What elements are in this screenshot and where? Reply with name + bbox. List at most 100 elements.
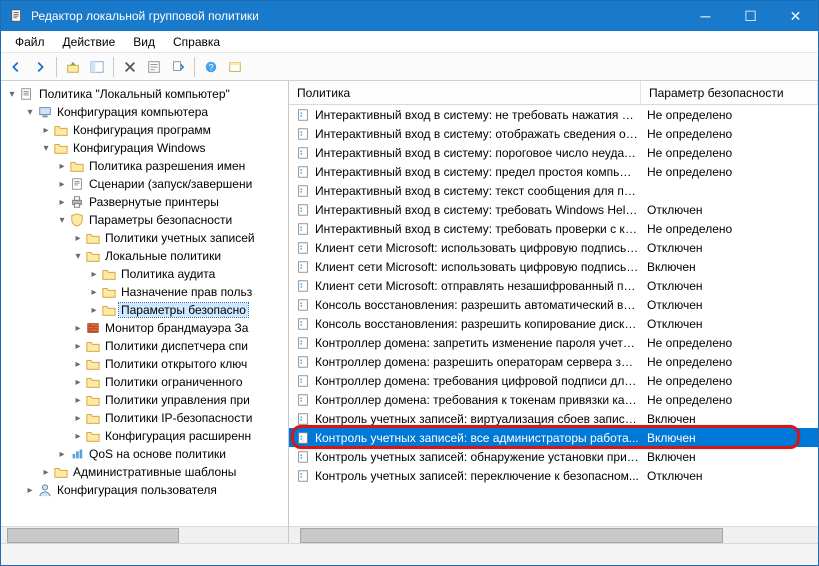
list-row[interactable]: Интерактивный вход в систему: текст сооб…: [289, 181, 818, 200]
expand-icon[interactable]: ▸: [71, 413, 85, 424]
close-button[interactable]: ✕: [773, 1, 818, 31]
expand-icon[interactable]: ▸: [71, 323, 85, 334]
list-row[interactable]: Контроль учетных записей: обнаружение ус…: [289, 447, 818, 466]
show-hide-tree-button[interactable]: [86, 56, 108, 78]
expand-icon[interactable]: ▸: [87, 269, 101, 280]
policy-label: Контроль учетных записей: виртуализация …: [315, 412, 645, 426]
tree-item[interactable]: ▸Назначение прав польз: [3, 283, 288, 301]
expand-icon[interactable]: ▸: [23, 485, 37, 496]
list-row[interactable]: Контроль учетных записей: все администра…: [289, 428, 818, 447]
filter-button[interactable]: [224, 56, 246, 78]
menu-help[interactable]: Справка: [165, 33, 228, 51]
expand-icon[interactable]: ▸: [55, 197, 69, 208]
tree-item[interactable]: ▸Политики IP-безопасности: [3, 409, 288, 427]
tree-item[interactable]: ▾Конфигурация компьютера: [3, 103, 288, 121]
folder-icon: [85, 338, 101, 354]
properties-button[interactable]: [143, 56, 165, 78]
tree-item[interactable]: ▸Политики открытого ключ: [3, 355, 288, 373]
policy-tree[interactable]: ▾Политика "Локальный компьютер"▾Конфигур…: [1, 81, 288, 526]
expand-icon[interactable]: ▸: [55, 179, 69, 190]
list-row[interactable]: Интерактивный вход в систему: требовать …: [289, 219, 818, 238]
tree-item[interactable]: ▸Конфигурация пользователя: [3, 481, 288, 499]
menu-file[interactable]: Файл: [7, 33, 53, 51]
forward-button[interactable]: [29, 56, 51, 78]
tree-item[interactable]: ▸QoS на основе политики: [3, 445, 288, 463]
policy-icon: [295, 316, 311, 332]
tree-item[interactable]: ▸ Конфигурация программ: [3, 121, 288, 139]
list-row[interactable]: Интерактивный вход в систему: не требова…: [289, 105, 818, 124]
expand-icon[interactable]: ▸: [39, 125, 53, 136]
expand-icon[interactable]: ▸: [71, 377, 85, 388]
back-button[interactable]: [5, 56, 27, 78]
list-row[interactable]: Интерактивный вход в систему: требовать …: [289, 200, 818, 219]
tree-item[interactable]: ▸Развернутые принтеры: [3, 193, 288, 211]
policy-value: Не определено: [645, 146, 818, 160]
policy-list[interactable]: Интерактивный вход в систему: не требова…: [289, 105, 818, 526]
policy-value: Включен: [645, 412, 818, 426]
expand-icon[interactable]: ▸: [71, 395, 85, 406]
policy-value: Не определено: [645, 355, 818, 369]
tree-item[interactable]: ▸Параметры безопасно: [3, 301, 288, 319]
tree-item[interactable]: ▸Политика разрешения имен: [3, 157, 288, 175]
list-h-scrollbar[interactable]: [289, 526, 818, 543]
expand-icon[interactable]: ▾: [23, 107, 37, 118]
up-button[interactable]: [62, 56, 84, 78]
folder-icon: [101, 302, 117, 318]
root-icon: [19, 86, 35, 102]
tree-item[interactable]: ▸Политики управления при: [3, 391, 288, 409]
minimize-button[interactable]: ─: [683, 1, 728, 31]
list-row[interactable]: Интерактивный вход в систему: предел про…: [289, 162, 818, 181]
expand-icon[interactable]: ▸: [55, 161, 69, 172]
maximize-button[interactable]: ☐: [728, 1, 773, 31]
list-row[interactable]: Клиент сети Microsoft: использовать цифр…: [289, 257, 818, 276]
list-row[interactable]: Контроль учетных записей: переключение к…: [289, 466, 818, 485]
expand-icon[interactable]: ▾: [39, 143, 53, 154]
tree-h-scrollbar[interactable]: [1, 526, 288, 543]
tree-item[interactable]: ▾ Параметры безопасности: [3, 211, 288, 229]
expand-icon[interactable]: ▸: [71, 233, 85, 244]
list-row[interactable]: Клиент сети Microsoft: отправлять незаши…: [289, 276, 818, 295]
list-row[interactable]: Консоль восстановления: разрешить автома…: [289, 295, 818, 314]
tree-item[interactable]: ▸Политики ограниченного: [3, 373, 288, 391]
expand-icon[interactable]: ▸: [71, 341, 85, 352]
tree-item[interactable]: ▸Сценарии (запуск/завершени: [3, 175, 288, 193]
tree-label: Конфигурация программ: [71, 123, 213, 137]
tree-item[interactable]: ▾Локальные политики: [3, 247, 288, 265]
expand-icon[interactable]: ▸: [87, 305, 101, 316]
tree-item[interactable]: ▸Монитор брандмауэра За: [3, 319, 288, 337]
list-row[interactable]: Контроль учетных записей: виртуализация …: [289, 409, 818, 428]
tree-item[interactable]: ▾Конфигурация Windows: [3, 139, 288, 157]
expand-icon[interactable]: ▸: [71, 431, 85, 442]
policy-icon: [295, 449, 311, 465]
list-row[interactable]: Контроллер домена: запретить изменение п…: [289, 333, 818, 352]
help-button[interactable]: ?: [200, 56, 222, 78]
expand-icon[interactable]: ▸: [87, 287, 101, 298]
tree-item[interactable]: ▸Политики учетных записей: [3, 229, 288, 247]
tree-item[interactable]: ▸Политика аудита: [3, 265, 288, 283]
export-button[interactable]: [167, 56, 189, 78]
list-row[interactable]: Интерактивный вход в систему: отображать…: [289, 124, 818, 143]
tree-item[interactable]: ▸Конфигурация расширенн: [3, 427, 288, 445]
list-row[interactable]: Клиент сети Microsoft: использовать цифр…: [289, 238, 818, 257]
column-setting[interactable]: Параметр безопасности: [641, 81, 818, 104]
list-row[interactable]: Интерактивный вход в систему: пороговое …: [289, 143, 818, 162]
tree-root[interactable]: ▾Политика "Локальный компьютер": [3, 85, 288, 103]
menu-view[interactable]: Вид: [125, 33, 163, 51]
expand-icon[interactable]: ▾: [55, 215, 69, 226]
delete-button[interactable]: [119, 56, 141, 78]
titlebar[interactable]: Редактор локальной групповой политики ─ …: [1, 1, 818, 31]
expand-icon[interactable]: ▾: [71, 251, 85, 262]
menu-action[interactable]: Действие: [55, 33, 124, 51]
tree-label: Административные шаблоны: [71, 465, 238, 479]
column-policy[interactable]: Политика: [289, 81, 641, 104]
expand-icon[interactable]: ▸: [39, 467, 53, 478]
expand-icon[interactable]: ▸: [71, 359, 85, 370]
list-row[interactable]: Контроллер домена: требования цифровой п…: [289, 371, 818, 390]
tree-label: Параметры безопасности: [87, 213, 234, 227]
tree-item[interactable]: ▸Политики диспетчера спи: [3, 337, 288, 355]
expand-icon[interactable]: ▸: [55, 449, 69, 460]
list-row[interactable]: Консоль восстановления: разрешить копиро…: [289, 314, 818, 333]
list-row[interactable]: Контроллер домена: требования к токенам …: [289, 390, 818, 409]
tree-item[interactable]: ▸ Административные шаблоны: [3, 463, 288, 481]
list-row[interactable]: Контроллер домена: разрешить операторам …: [289, 352, 818, 371]
